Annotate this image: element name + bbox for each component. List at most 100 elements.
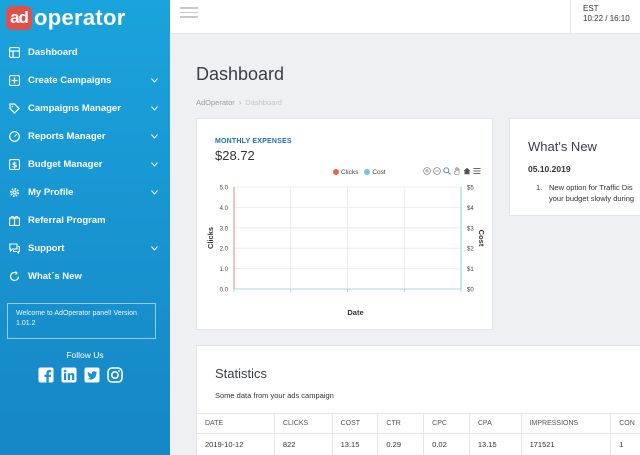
- chevron-down-icon: [151, 159, 158, 170]
- chevron-down-icon: [151, 187, 158, 198]
- zoom-in-icon[interactable]: [423, 167, 431, 175]
- sidebar-item-whats-new[interactable]: What´s New: [0, 262, 170, 290]
- breadcrumb-home[interactable]: AdOperator: [196, 98, 235, 107]
- y2-axis-label: Cost: [477, 230, 486, 247]
- chevron-down-icon: [151, 243, 158, 254]
- expenses-value: $28.72: [215, 148, 255, 163]
- linkedin-icon[interactable]: [61, 367, 77, 383]
- table-cell: 0.29: [377, 433, 425, 455]
- statistics-title: Statistics: [215, 366, 268, 381]
- breadcrumb-separator: ›: [238, 98, 242, 107]
- table-row[interactable]: 2019-10-12 822 13.15 0.29 0.02 13.15 171…: [197, 433, 640, 455]
- welcome-notice: Welcome to AdOperator panel! Version 1.0…: [7, 303, 156, 339]
- timezone-clock: EST 10:22 / 16:10: [570, 0, 640, 34]
- table-cell: 171521: [521, 433, 612, 455]
- chevron-down-icon: [151, 131, 158, 142]
- y2-tick-label: $4: [467, 206, 474, 212]
- breadcrumb: AdOperator › Dashboard: [196, 98, 282, 107]
- table-cell: 13.15: [469, 433, 522, 455]
- follow-us-label: Follow Us: [66, 350, 104, 360]
- chart-toolbar: [423, 167, 481, 175]
- facebook-icon[interactable]: [38, 367, 54, 383]
- sidebar-item-label: Create Campaigns: [28, 74, 112, 86]
- zoom-out-icon[interactable]: [433, 167, 441, 175]
- news-item-number: 1.: [536, 183, 543, 192]
- y-tick-label: 1.0: [220, 267, 229, 273]
- column-header-cpc[interactable]: CPC: [423, 413, 470, 434]
- y-tick-label: 2.0: [220, 247, 229, 253]
- legend-item-clicks[interactable]: Clicks: [333, 169, 358, 176]
- sidebar-item-referral-program[interactable]: Referral Program: [0, 206, 170, 234]
- x-axis-label: Date: [347, 308, 363, 317]
- table-cell: 2019-10-12: [197, 433, 275, 455]
- sidebar-item-label: Referral Program: [28, 214, 106, 226]
- sidebar-item-support[interactable]: Support: [0, 234, 170, 262]
- news-item: 1. New option for Traffic Dis your budget…: [536, 182, 640, 204]
- y2-tick-label: $1: [467, 267, 474, 273]
- zoom-search-icon[interactable]: [443, 167, 451, 175]
- sidebar-item-dashboard[interactable]: Dashboard: [0, 38, 170, 66]
- monthly-expenses-card: MONTHLY EXPENSES $28.72 Clicks Cost 5.0 $…: [196, 118, 493, 330]
- refresh-icon: [8, 270, 20, 282]
- column-header-date[interactable]: DATE: [197, 413, 275, 434]
- twitter-icon[interactable]: [84, 367, 100, 383]
- logo[interactable]: ad operator: [6, 4, 126, 32]
- y-tick-label: 5.0: [220, 186, 229, 192]
- column-header-cost[interactable]: COST: [332, 413, 379, 434]
- table-header-row: DATE CLICKS COST CTR CPC CPA IMPRESSIONS…: [197, 413, 640, 434]
- gear-icon: [8, 186, 20, 198]
- sidebar-item-my-profile[interactable]: My Profile: [0, 178, 170, 206]
- chevron-down-icon: [151, 103, 158, 114]
- sidebar-nav: Dashboard Create Campaigns Campaigns Man…: [0, 38, 170, 290]
- dashboard-icon: [8, 46, 20, 58]
- news-title: What's New: [528, 139, 597, 154]
- referral-icon: [8, 214, 20, 226]
- chart-menu-icon[interactable]: [473, 167, 481, 175]
- table-cell: 1: [610, 433, 640, 455]
- news-item-line: New option for Traffic Dis: [549, 183, 633, 192]
- y2-tick-label: $2: [467, 247, 474, 253]
- y-axis-label: Clicks: [206, 227, 215, 249]
- sidebar-item-label: Support: [28, 242, 65, 254]
- sidebar-item-reports-manager[interactable]: Reports Manager: [0, 122, 170, 150]
- instagram-icon[interactable]: [107, 367, 123, 383]
- legend-label: Cost: [372, 169, 386, 176]
- column-header-clicks[interactable]: CLICKS: [274, 413, 333, 434]
- y2-tick-label: $3: [467, 226, 474, 232]
- social-links: [38, 367, 123, 383]
- sidebar-item-label: Dashboard: [28, 46, 78, 58]
- statistics-table: DATE CLICKS COST CTR CPC CPA IMPRESSIONS…: [197, 413, 640, 455]
- home-reset-icon[interactable]: [463, 167, 471, 175]
- column-header-conversions[interactable]: CON: [610, 413, 640, 434]
- sidebar-item-label: Campaigns Manager: [28, 102, 121, 114]
- gauge-icon: [8, 130, 20, 142]
- chart-legend: Clicks Cost: [333, 169, 386, 176]
- table-cell: 13.15: [332, 433, 379, 455]
- column-header-cpa[interactable]: CPA: [469, 413, 522, 434]
- y2-tick-label: $5: [467, 186, 474, 192]
- table-cell: 822: [274, 433, 333, 455]
- sidebar-item-create-campaigns[interactable]: Create Campaigns: [0, 66, 170, 94]
- sidebar-item-campaigns-manager[interactable]: Campaigns Manager: [0, 94, 170, 122]
- svg-text:$: $: [11, 160, 17, 169]
- chat-icon: [8, 242, 20, 254]
- y-tick-label: 3.0: [220, 226, 229, 232]
- clock-time: 10:22 / 16:10: [583, 14, 630, 23]
- legend-label: Clicks: [341, 169, 359, 176]
- legend-item-cost[interactable]: Cost: [364, 169, 386, 176]
- column-header-ctr[interactable]: CTR: [377, 413, 425, 434]
- statistics-subtitle: Some data from your ads campaign: [215, 391, 334, 400]
- y2-tick-label: $0: [467, 288, 474, 294]
- sidebar-item-label: My Profile: [28, 186, 74, 198]
- timezone-label: EST: [583, 4, 599, 13]
- logo-badge: ad: [6, 6, 32, 30]
- column-header-impressions[interactable]: IMPRESSIONS: [521, 413, 612, 434]
- sidebar: ad operator Dashboard Create Campaigns C…: [0, 0, 170, 455]
- logo-text: operator: [34, 5, 126, 30]
- menu-toggle-icon[interactable]: [180, 7, 198, 21]
- sidebar-item-budget-manager[interactable]: $ Budget Manager: [0, 150, 170, 178]
- news-item-line: your budget slowly during: [549, 194, 635, 203]
- chevron-down-icon: [151, 75, 158, 86]
- y-tick-label: 4.0: [220, 206, 229, 212]
- pan-hand-icon[interactable]: [453, 167, 461, 175]
